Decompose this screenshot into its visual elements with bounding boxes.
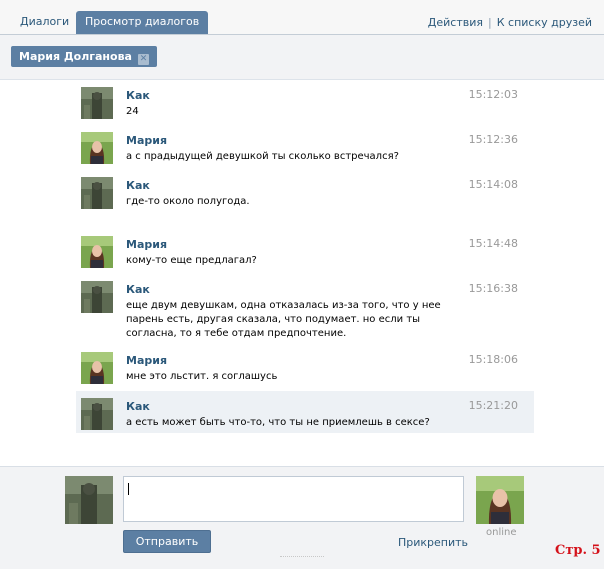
avatar-maria[interactable] <box>81 132 113 164</box>
message-author[interactable]: Мария <box>126 354 167 367</box>
avatar-maria[interactable] <box>81 236 113 268</box>
text-caret <box>128 483 129 495</box>
recipient-name: Мария Долганова <box>19 50 132 63</box>
recipient-chip[interactable]: Мария Долганова ✕ <box>11 46 157 67</box>
top-tab-bar: Диалоги Просмотр диалогов Действия | К спи… <box>0 0 604 35</box>
recipient-avatar[interactable] <box>476 476 524 524</box>
message-item: Как 24 15:12:03 <box>76 80 534 124</box>
my-avatar[interactable] <box>65 476 113 524</box>
message-item: Мария мне это льстит. я соглашусь 15:18:… <box>76 345 534 390</box>
send-button[interactable]: Отправить <box>123 530 211 553</box>
message-text: мне это льстит. я соглашусь <box>126 371 278 382</box>
online-status: online <box>486 527 517 538</box>
message-author[interactable]: Как <box>126 283 150 296</box>
message-input[interactable] <box>123 476 464 522</box>
message-time: 15:12:03 <box>468 88 518 101</box>
message-author[interactable]: Как <box>126 179 150 192</box>
message-time: 15:14:08 <box>468 178 518 191</box>
message-author[interactable]: Мария <box>126 134 167 147</box>
message-item: Мария а с прадыдущей девушкой ты сколько… <box>76 125 534 169</box>
message-time: 15:18:06 <box>468 353 518 366</box>
avatar-kak[interactable] <box>81 398 113 430</box>
avatar-kak[interactable] <box>81 177 113 209</box>
message-time: 15:12:36 <box>468 133 518 146</box>
message-item-selected[interactable]: Как а есть может быть что-то, что ты не … <box>76 391 534 433</box>
message-text: еще двум девушкам, одна отказалась из-за… <box>126 300 441 339</box>
message-author[interactable]: Мария <box>126 238 167 251</box>
message-list: Как 24 15:12:03 Мария а с прадыдущей дев… <box>0 80 604 465</box>
message-text: 24 <box>126 106 139 117</box>
divider <box>280 556 324 559</box>
avatar-kak[interactable] <box>81 87 113 119</box>
message-author[interactable]: Как <box>126 400 150 413</box>
message-text: а есть может быть что-то, что ты не прие… <box>126 417 430 428</box>
message-item: Как еще двум девушкам, одна отказалась и… <box>76 274 534 344</box>
message-text: кому-то еще предлагал? <box>126 255 257 266</box>
page-label: Стр. 5 <box>555 543 601 558</box>
actions-link[interactable]: Действия <box>428 16 483 29</box>
attach-link[interactable]: Прикрепить <box>398 536 468 549</box>
message-time: 15:14:48 <box>468 237 518 250</box>
link-separator: | <box>488 16 492 29</box>
top-links: Действия | К списку друзей <box>428 16 592 29</box>
message-text: а с прадыдущей девушкой ты сколько встре… <box>126 151 399 162</box>
message-time: 15:21:20 <box>468 399 518 412</box>
tab-dialogs[interactable]: Диалоги <box>11 11 78 34</box>
avatar-kak[interactable] <box>81 281 113 313</box>
message-author[interactable]: Как <box>126 89 150 102</box>
compose-area: Отправить Прикрепить online Стр. 5 <box>0 466 604 569</box>
message-text: где-то около полугода. <box>126 196 250 207</box>
to-friends-link[interactable]: К списку друзей <box>497 16 592 29</box>
avatar-maria[interactable] <box>81 352 113 384</box>
message-item: Мария кому-то еще предлагал? 15:14:48 <box>76 229 534 273</box>
remove-recipient-icon[interactable]: ✕ <box>137 54 149 65</box>
message-item: Как где-то около полугода. 15:14:08 <box>76 170 534 228</box>
tab-view-dialogs[interactable]: Просмотр диалогов <box>76 11 209 34</box>
message-time: 15:16:38 <box>468 282 518 295</box>
recipient-row: Мария Долганова ✕ <box>0 35 604 80</box>
